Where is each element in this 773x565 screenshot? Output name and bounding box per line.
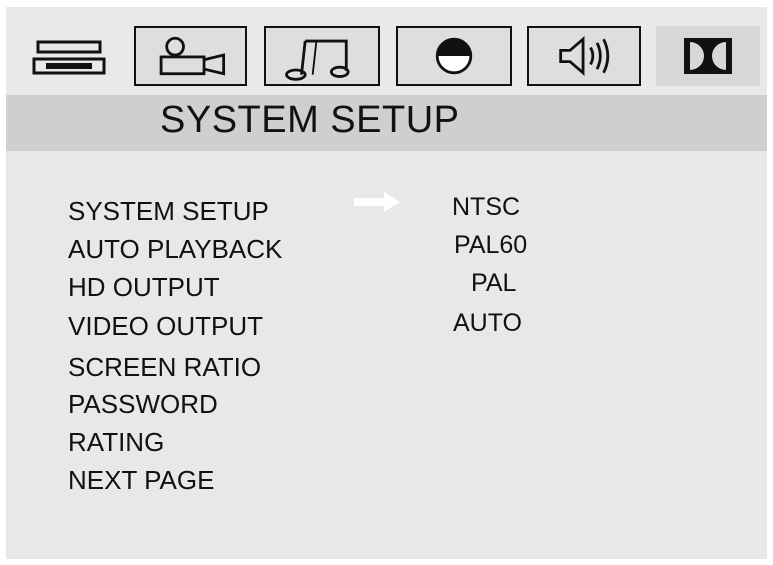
tab-audio[interactable] [527, 26, 641, 86]
camera-icon [159, 36, 226, 76]
menu-item-rating[interactable]: RATING [68, 427, 164, 458]
menu-item-system-setup[interactable]: SYSTEM SETUP [68, 196, 269, 227]
menu-item-screen-ratio[interactable]: SCREEN RATIO [68, 352, 261, 383]
tab-bar [6, 7, 767, 97]
option-pal60[interactable]: PAL60 [454, 231, 527, 260]
tab-music[interactable] [264, 26, 380, 86]
page-title: SYSTEM SETUP [160, 99, 460, 141]
menu-item-auto-playback[interactable]: AUTO PLAYBACK [68, 234, 282, 265]
menu-item-video-output[interactable]: VIDEO OUTPUT [68, 311, 263, 342]
setup-screen: SYSTEM SETUP SYSTEM SETUP AUTO PLAYBACK … [6, 7, 767, 559]
tab-display[interactable] [396, 26, 512, 86]
dolby-logo-icon [684, 38, 732, 74]
tab-general[interactable] [24, 26, 116, 86]
menu-item-password[interactable]: PASSWORD [68, 389, 218, 420]
selection-arrow-icon [354, 192, 400, 212]
tab-dolby[interactable] [656, 26, 760, 86]
tab-camera[interactable] [134, 26, 247, 86]
option-ntsc[interactable]: NTSC [452, 193, 520, 222]
menu-item-next-page[interactable]: NEXT PAGE [68, 465, 214, 496]
title-bar: SYSTEM SETUP [6, 95, 767, 151]
option-pal[interactable]: PAL [471, 269, 516, 298]
option-auto[interactable]: AUTO [453, 309, 522, 338]
speaker-icon [559, 36, 610, 76]
half-circle-icon [435, 37, 473, 75]
menu-item-hd-output[interactable]: HD OUTPUT [68, 272, 220, 303]
music-note-icon [285, 39, 350, 81]
dvd-player-icon [32, 40, 106, 75]
